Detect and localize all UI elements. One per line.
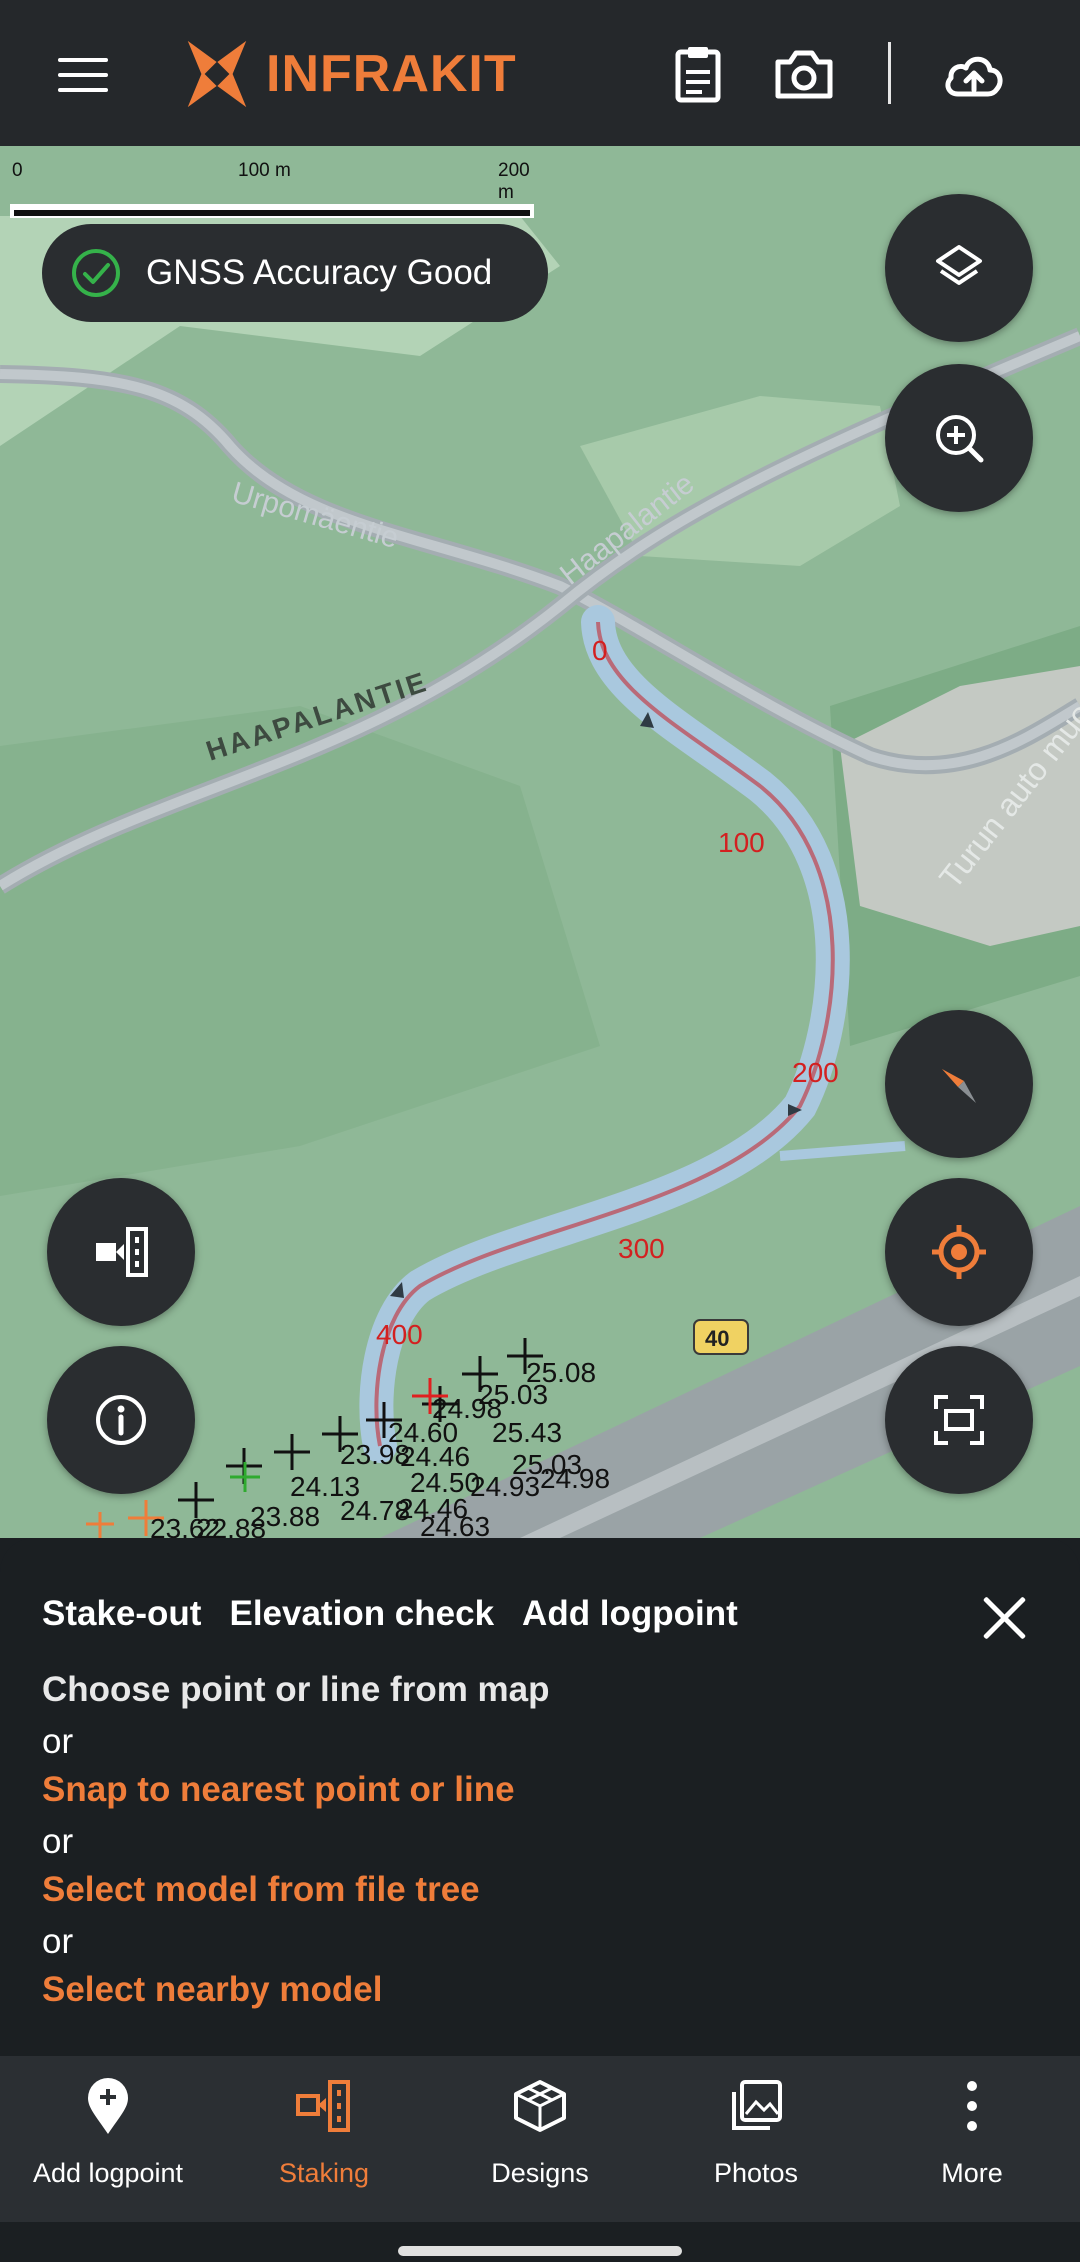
nav-item-designs[interactable]: Designs [432, 2076, 648, 2216]
scale-label-100: 100 m [238, 160, 291, 181]
staking-icon [296, 2080, 350, 2132]
menu-icon[interactable] [58, 58, 108, 92]
nav-label-more: More [941, 2158, 1003, 2188]
tab-add-logpoint[interactable]: Add logpoint [522, 1594, 738, 1634]
header-divider [888, 42, 891, 104]
elevation-label: 23.62 [150, 1513, 220, 1538]
nav-label-staking: Staking [278, 2158, 370, 2188]
route-shield-label: 40 [705, 1326, 729, 1351]
check-circle-icon [72, 249, 120, 297]
scale-bar-graphic [10, 204, 534, 218]
map-scale-bar: 0 100 m 200 m [10, 160, 540, 218]
elevation-label: 24.63 [420, 1511, 490, 1538]
elevation-label: 25.43 [492, 1417, 562, 1448]
station-label-400: 400 [376, 1319, 423, 1350]
system-gesture-area [0, 2222, 1080, 2262]
layers-button[interactable] [885, 194, 1033, 342]
gnss-status-pill[interactable]: GNSS Accuracy Good [42, 224, 548, 322]
elevation-label: 24.98 [540, 1463, 610, 1494]
elevation-label: 24.93 [470, 1471, 540, 1502]
snap-nearest-link[interactable]: Snap to nearest point or line [42, 1770, 515, 1810]
more-vertical-icon [967, 2081, 977, 2131]
camera-icon[interactable] [774, 44, 834, 104]
map-canvas: Urpomäentie Haapalantie HAAPALANTIE Turu… [0, 216, 1080, 1538]
nav-item-more[interactable]: More [864, 2076, 1080, 2216]
station-label-200: 200 [792, 1057, 839, 1088]
nav-item-photos[interactable]: Photos [648, 2076, 864, 2216]
station-label-100: 100 [718, 827, 765, 858]
scale-label-0: 0 [12, 160, 23, 181]
tab-stake-out[interactable]: Stake-out [42, 1594, 201, 1634]
action-bottom-sheet: Stake-out Elevation check Add logpoint C… [0, 1538, 1080, 2056]
elevation-label: 24.78 [340, 1495, 410, 1526]
station-label-300: 300 [618, 1233, 665, 1264]
select-from-file-tree-link[interactable]: Select model from file tree [42, 1870, 480, 1910]
or-separator: or [42, 1822, 74, 1861]
compass-icon [942, 1069, 976, 1103]
nav-label-designs: Designs [491, 2158, 589, 2188]
app-header: INFRAKIT [0, 0, 1080, 146]
layers-icon [936, 245, 982, 285]
close-icon[interactable] [982, 1596, 1026, 1640]
zoom-in-icon [936, 415, 984, 463]
instruction-text: Choose point or line from map [42, 1670, 550, 1709]
brand-logo: INFRAKIT [178, 34, 517, 114]
or-separator: or [42, 1722, 74, 1761]
map-view[interactable]: Urpomäentie Haapalantie HAAPALANTIE Turu… [0, 146, 1080, 1538]
info-button[interactable] [47, 1346, 195, 1494]
nav-label-photos: Photos [713, 2158, 799, 2188]
staking-icon [96, 1227, 148, 1277]
road-label-urpomaentie: Urpomäentie [228, 476, 402, 555]
zoom-button[interactable] [885, 364, 1033, 512]
nav-label-add-logpoint: Add logpoint [32, 2158, 184, 2188]
home-indicator[interactable] [398, 2246, 682, 2256]
info-icon [96, 1395, 146, 1445]
tab-elevation-check[interactable]: Elevation check [229, 1594, 494, 1634]
or-separator: or [42, 1922, 74, 1961]
photos-icon [732, 2080, 782, 2130]
add-logpoint-icon [88, 2078, 128, 2134]
infrakit-logo-icon [187, 40, 247, 108]
brand-name: INFRAKIT [266, 45, 517, 103]
designs-icon [514, 2080, 566, 2132]
crosshair-location-icon [932, 1225, 986, 1279]
nav-item-staking[interactable]: Staking [216, 2076, 432, 2216]
staking-mode-button[interactable] [47, 1178, 195, 1326]
scale-label-200: 200 m [498, 160, 530, 203]
gnss-status-text: GNSS Accuracy Good [146, 253, 493, 292]
station-label-0: 0 [592, 635, 608, 666]
nav-item-add-logpoint[interactable]: Add logpoint [0, 2076, 216, 2216]
clipboard-icon[interactable] [668, 44, 728, 104]
select-nearby-model-link[interactable]: Select nearby model [42, 1970, 382, 2010]
fit-extent-button[interactable] [885, 1346, 1033, 1494]
cloud-upload-icon[interactable] [942, 44, 1006, 104]
sheet-tabs: Stake-out Elevation check Add logpoint [42, 1594, 738, 1634]
compass-button[interactable] [885, 1010, 1033, 1158]
fit-extent-icon [934, 1395, 984, 1445]
my-location-button[interactable] [885, 1178, 1033, 1326]
bottom-navigation: Add logpoint Staking Designs Photos More [0, 2056, 1080, 2222]
